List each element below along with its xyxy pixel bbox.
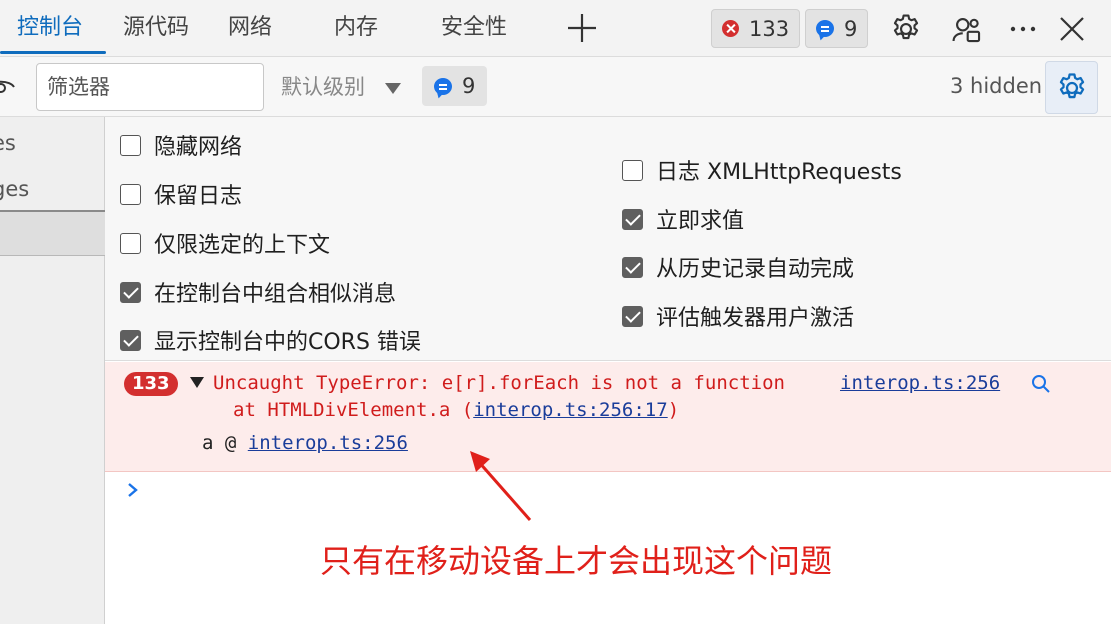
option-user-activation[interactable]: 评估触发器用户激活	[622, 300, 854, 332]
checkbox-checked[interactable]	[120, 281, 141, 303]
checkbox[interactable]	[120, 183, 141, 205]
error-count-button[interactable]: 133	[711, 9, 801, 48]
search-icon[interactable]	[1030, 373, 1052, 395]
log-level-select[interactable]: 默认级别	[281, 67, 365, 107]
tab-memory[interactable]: 内存	[334, 0, 378, 56]
checkbox-checked[interactable]	[622, 208, 643, 230]
console-settings-panel: 隐藏网络 保留日志 仅限选定的上下文 在控制台中组合相似消息 显示控制台中的CO…	[105, 117, 1111, 361]
message-filter-count: 9	[462, 74, 476, 98]
tab-console[interactable]: 控制台	[17, 0, 83, 56]
expand-triangle-icon[interactable]	[190, 377, 204, 388]
console-output: 133 Uncaught TypeError: e[r].forEach is …	[105, 362, 1111, 624]
console-error-message: 133 Uncaught TypeError: e[r].forEach is …	[105, 362, 1111, 472]
message-filter-button[interactable]: 9	[422, 66, 488, 106]
call-site: a @ interop.ts:256	[202, 432, 408, 454]
message-icon	[434, 77, 452, 95]
checkbox[interactable]	[622, 159, 643, 181]
stack-frame: at HTMLDivElement.a (interop.ts:256:17)	[233, 399, 679, 421]
error-icon	[722, 20, 739, 37]
option-selected-context-only[interactable]: 仅限选定的上下文	[120, 227, 330, 259]
devtools-tab-bar: 控制台 源代码 网络 内存 安全性 133 9	[0, 0, 1111, 57]
call-prefix: a @	[202, 432, 248, 454]
message-count-button[interactable]: 9	[805, 9, 869, 48]
option-show-cors-errors[interactable]: 显示控制台中的CORS 错误	[120, 324, 421, 356]
annotation-text: 只有在移动设备上才会出现这个问题	[320, 542, 833, 580]
stack-prefix: at HTMLDivElement.a (	[233, 399, 474, 421]
more-icon[interactable]	[1006, 12, 1040, 46]
checkbox-checked[interactable]	[622, 305, 643, 327]
console-settings-button[interactable]	[1045, 61, 1098, 114]
error-source-link[interactable]: interop.ts:256	[840, 372, 1000, 394]
option-label: 在控制台中组合相似消息	[154, 282, 397, 307]
option-log-xhr[interactable]: 日志 XMLHttpRequests	[622, 154, 902, 186]
message-count: 9	[844, 16, 858, 41]
tab-sources[interactable]: 源代码	[123, 0, 189, 56]
option-label: 日志 XMLHttpRequests	[656, 160, 902, 185]
filter-input[interactable]	[36, 63, 264, 111]
message-icon	[816, 20, 834, 37]
option-label: 立即求值	[656, 209, 745, 234]
option-preserve-log[interactable]: 保留日志	[120, 178, 242, 210]
option-hide-network[interactable]: 隐藏网络	[120, 129, 242, 161]
gear-icon	[1059, 73, 1085, 99]
error-repeat-badge: 133	[124, 372, 178, 396]
option-group-similar[interactable]: 在控制台中组合相似消息	[120, 276, 396, 308]
checkbox[interactable]	[120, 134, 141, 156]
hidden-count: 3 hidden	[950, 74, 1043, 98]
eye-icon[interactable]	[0, 75, 16, 99]
experiments-icon[interactable]	[950, 12, 984, 46]
option-label: 隐藏网络	[154, 135, 243, 160]
error-message: Uncaught TypeError: e[r].forEach is not …	[213, 372, 785, 394]
sidebar-item-messages[interactable]: es	[0, 131, 16, 155]
checkbox[interactable]	[120, 232, 141, 254]
gear-icon[interactable]	[889, 12, 923, 46]
option-label: 仅限选定的上下文	[154, 233, 331, 258]
sidebar-item-user-messages[interactable]: ges	[0, 177, 29, 201]
chevron-down-icon[interactable]	[385, 83, 401, 94]
checkbox-checked[interactable]	[120, 329, 141, 351]
active-tab-indicator	[0, 51, 106, 54]
annotation-arrow	[470, 451, 532, 521]
option-label: 显示控制台中的CORS 错误	[154, 330, 421, 355]
option-autocomplete-history[interactable]: 从历史记录自动完成	[622, 251, 854, 283]
console-sidebar: es ges	[0, 117, 105, 624]
checkbox-checked[interactable]	[622, 256, 643, 278]
console-toolbar: 默认级别 9 3 hidden	[0, 57, 1111, 117]
option-label: 评估触发器用户激活	[656, 306, 855, 331]
option-label: 保留日志	[154, 184, 243, 209]
option-eager-evaluation[interactable]: 立即求值	[622, 203, 744, 235]
call-site-link[interactable]: interop.ts:256	[248, 432, 408, 454]
option-label: 从历史记录自动完成	[656, 257, 855, 282]
tab-network[interactable]: 网络	[228, 0, 272, 56]
close-icon[interactable]	[1055, 12, 1089, 46]
add-tab-icon[interactable]	[566, 12, 598, 44]
console-prompt-icon[interactable]	[125, 480, 141, 500]
tab-security[interactable]: 安全性	[441, 0, 507, 56]
stack-frame-link[interactable]: interop.ts:256:17	[473, 399, 667, 421]
sidebar-item-selected[interactable]	[0, 212, 105, 256]
error-count: 133	[749, 16, 790, 41]
stack-suffix: )	[667, 399, 680, 421]
